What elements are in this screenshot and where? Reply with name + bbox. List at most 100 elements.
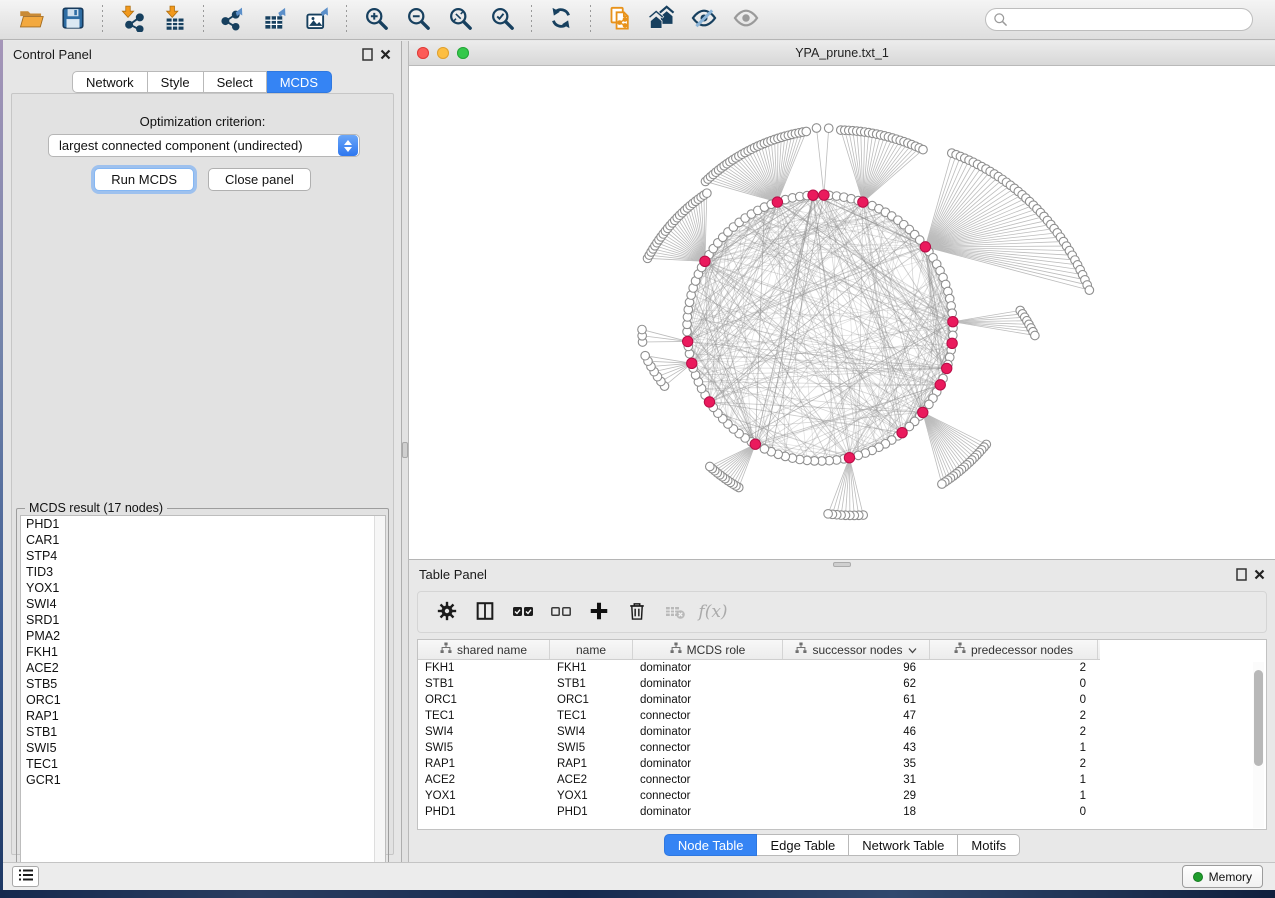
table-scrollbar-thumb[interactable] <box>1254 670 1263 766</box>
table-row[interactable]: ORC1ORC1dominator610 <box>418 692 1266 708</box>
tab-node-table[interactable]: Node Table <box>664 834 758 856</box>
column-header-name[interactable]: name <box>550 640 633 659</box>
task-history-button[interactable] <box>12 866 39 887</box>
import-network-button[interactable] <box>114 4 150 36</box>
table-row[interactable]: YOX1YOX1connector291 <box>418 788 1266 804</box>
export-network-button[interactable] <box>215 4 251 36</box>
table-row[interactable]: SWI4SWI4dominator462 <box>418 724 1266 740</box>
column-header-MCDS-role[interactable]: MCDS role <box>633 640 783 659</box>
tab-network[interactable]: Network <box>72 71 148 93</box>
zoom-fit-button[interactable] <box>442 4 478 36</box>
result-node[interactable]: GCR1 <box>21 772 385 788</box>
result-node[interactable]: PMA2 <box>21 628 385 644</box>
result-node[interactable]: STB1 <box>21 724 385 740</box>
table-row[interactable]: PHD1PHD1dominator180 <box>418 804 1266 820</box>
zoom-out-button[interactable] <box>400 4 436 36</box>
zoom-out-icon <box>405 5 432 35</box>
unselect-all-button[interactable] <box>544 596 578 628</box>
close-panel-button[interactable] <box>380 49 391 60</box>
tab-style[interactable]: Style <box>148 71 204 93</box>
cell: 2 <box>930 726 1098 738</box>
table-settings-button[interactable] <box>430 596 464 628</box>
splitter-grip[interactable] <box>402 442 408 458</box>
cell: 0 <box>930 678 1098 690</box>
first-neighbors-button[interactable] <box>644 4 680 36</box>
result-node[interactable]: PHD1 <box>21 516 385 532</box>
close-mcds-button[interactable]: Close panel <box>208 168 311 191</box>
result-node[interactable]: STP4 <box>21 548 385 564</box>
result-node[interactable]: FKH1 <box>21 644 385 660</box>
network-titlebar: YPA_prune.txt_1 <box>409 41 1275 66</box>
delete-table-button[interactable] <box>658 596 692 628</box>
table-row[interactable]: SWI5SWI5connector431 <box>418 740 1266 756</box>
hierarchy-icon <box>795 642 807 657</box>
show-column-button[interactable] <box>468 596 502 628</box>
panel-splitter[interactable] <box>402 41 409 862</box>
mcds-result-list[interactable]: PHD1CAR1STP4TID3YOX1SWI4SRD1PMA2FKH1ACE2… <box>20 515 386 874</box>
close-table-panel-button[interactable] <box>1254 569 1265 580</box>
result-node[interactable]: SWI4 <box>21 596 385 612</box>
float-panel-button[interactable] <box>362 48 373 61</box>
export-image-button[interactable] <box>299 4 335 36</box>
table-row[interactable]: ACE2ACE2connector311 <box>418 772 1266 788</box>
select-all-button[interactable] <box>506 596 540 628</box>
table-row[interactable]: FKH1FKH1dominator962 <box>418 660 1266 676</box>
table-panel: Table Panel f(x) shared namenameMCDS rol… <box>409 561 1275 862</box>
import-table-button[interactable] <box>156 4 192 36</box>
network-canvas[interactable] <box>409 66 1273 559</box>
run-mcds-button[interactable]: Run MCDS <box>94 168 194 191</box>
result-scrollbar[interactable] <box>374 516 385 873</box>
optimization-select[interactable]: largest connected component (undirected) <box>48 134 360 157</box>
result-node[interactable]: YOX1 <box>21 580 385 596</box>
float-table-panel-button[interactable] <box>1236 568 1247 581</box>
table-row[interactable]: STB1STB1dominator620 <box>418 676 1266 692</box>
add-row-button[interactable] <box>582 596 616 628</box>
column-header-predecessor-nodes[interactable]: predecessor nodes <box>930 640 1098 659</box>
cell: 62 <box>783 678 930 690</box>
result-node[interactable]: TID3 <box>21 564 385 580</box>
cell: dominator <box>633 694 783 706</box>
tab-select[interactable]: Select <box>204 71 267 93</box>
cell: 1 <box>930 774 1098 786</box>
column-header-successor-nodes[interactable]: successor nodes <box>783 640 930 659</box>
save-session-button[interactable] <box>55 4 91 36</box>
zoom-selected-button[interactable] <box>484 4 520 36</box>
function-builder-button[interactable]: f(x) <box>696 596 730 628</box>
zoom-fit-icon <box>447 5 474 35</box>
table-scrollbar[interactable] <box>1253 662 1264 828</box>
export-table-button[interactable] <box>257 4 293 36</box>
show-all-button[interactable] <box>728 4 764 36</box>
node-table: shared namenameMCDS rolesuccessor nodesp… <box>417 639 1267 830</box>
refresh-view-button[interactable] <box>543 4 579 36</box>
cell: ORC1 <box>418 694 550 706</box>
toolbar-separator <box>346 5 347 35</box>
result-node[interactable]: CAR1 <box>21 532 385 548</box>
hide-selected-button[interactable] <box>686 4 722 36</box>
tab-edge-table[interactable]: Edge Table <box>757 834 849 856</box>
copy-network-button[interactable] <box>602 4 638 36</box>
cell: 18 <box>783 806 930 818</box>
column-header-shared-name[interactable]: shared name <box>418 640 550 659</box>
table-row[interactable]: TEC1TEC1connector472 <box>418 708 1266 724</box>
save-icon <box>60 5 86 34</box>
tab-mcds[interactable]: MCDS <box>267 71 332 93</box>
tab-network-table[interactable]: Network Table <box>849 834 958 856</box>
result-node[interactable]: TEC1 <box>21 756 385 772</box>
result-node[interactable]: ORC1 <box>21 692 385 708</box>
result-node[interactable]: ACE2 <box>21 660 385 676</box>
zoom-in-button[interactable] <box>358 4 394 36</box>
cell: connector <box>633 774 783 786</box>
fx-icon: f(x) <box>698 602 727 622</box>
open-file-button[interactable] <box>13 4 49 36</box>
result-node[interactable]: STB5 <box>21 676 385 692</box>
table-row[interactable]: RAP1RAP1dominator352 <box>418 756 1266 772</box>
result-node[interactable]: RAP1 <box>21 708 385 724</box>
search-input[interactable] <box>985 8 1253 31</box>
refresh-icon <box>548 5 574 34</box>
table-panel-grip[interactable] <box>833 562 851 567</box>
delete-row-button[interactable] <box>620 596 654 628</box>
memory-button[interactable]: Memory <box>1182 865 1263 888</box>
tab-motifs[interactable]: Motifs <box>958 834 1020 856</box>
result-node[interactable]: SWI5 <box>21 740 385 756</box>
result-node[interactable]: SRD1 <box>21 612 385 628</box>
